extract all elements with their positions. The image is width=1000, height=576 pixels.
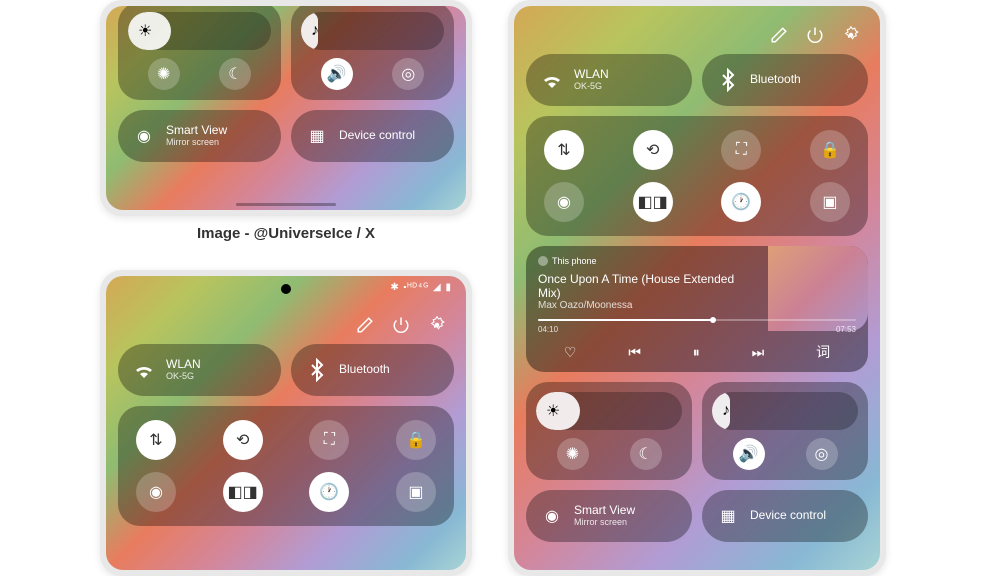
status-bar: ✱ ⬝ᴴᴰ⁴ᴳ ◢ ▮ [390,282,452,293]
music-source: This phone [538,256,735,266]
phone-frame-right: WLANOK-5G Bluetooth ⇅ ⟲ ⛶ 🔒 ◉ ◧◨ 🕐 ▣ Thi… [508,0,886,576]
note-icon: ♪ [722,402,730,420]
phone-frame-left-top: ☀ ✺ ☾ ♪ 🔊 ◎ ◉ Smart ViewMirror screen ▦ … [100,0,472,216]
image-credit: Image - @UniverseIce / X [100,225,472,242]
multiwin-icon[interactable]: ▣ [396,472,436,512]
settings-icon[interactable] [842,26,860,44]
cast-icon: ◉ [132,124,156,148]
bluetooth-icon [305,358,329,382]
data-swap-icon[interactable]: ⇅ [136,420,176,460]
music-title: Once Upon A Time (House Extended Mix) [538,272,735,300]
settings-icon[interactable] [428,316,446,334]
cast-icon: ◉ [540,504,564,528]
camera-notch [281,284,291,294]
lock-icon[interactable]: 🔒 [810,130,850,170]
wifi-icon [132,358,156,382]
smartview-pill[interactable]: ◉ Smart ViewMirror screen [526,490,692,542]
clock-icon[interactable]: 🕐 [309,472,349,512]
note-icon: ♪ [311,22,319,40]
smartview-pill[interactable]: ◉ Smart ViewMirror screen [118,110,281,162]
wlan-pill[interactable]: WLANOK-5G [526,54,692,106]
vibrate-icon[interactable]: ◎ [806,438,838,470]
heart-icon[interactable]: ♡ [564,344,577,361]
sync-icon[interactable]: ⟲ [223,420,263,460]
screen: ☀ ✺ ☾ ♪ 🔊 ◎ ◉ Smart ViewMirror screen ▦ … [106,6,466,210]
edit-icon[interactable] [356,316,374,334]
toggle-grid: ⇅ ⟲ ⛶ 🔒 ◉ ◧◨ 🕐 ▣ [526,116,868,236]
screen: WLANOK-5G Bluetooth ⇅ ⟲ ⛶ 🔒 ◉ ◧◨ 🕐 ▣ Thi… [514,6,880,570]
dolby-icon[interactable]: ◧◨ [223,472,263,512]
brightness-icon: ☀ [138,21,152,41]
screenshot-icon[interactable]: ⛶ [309,420,349,460]
home-indicator[interactable] [236,203,336,206]
prev-icon[interactable]: ⏮ [628,344,641,361]
devicecontrol-pill[interactable]: ▦ Device control [702,490,868,542]
multiwin-icon[interactable]: ▣ [810,182,850,222]
toggle-grid: ⇅ ⟲ ⛶ 🔒 ◉ ◧◨ 🕐 ▣ [118,406,454,526]
night-mode-icon[interactable]: ☾ [219,58,251,90]
brightness-icon: ☀ [546,401,560,421]
next-icon[interactable]: ⏭ [752,344,765,361]
edit-icon[interactable] [770,26,788,44]
auto-brightness-icon[interactable]: ✺ [557,438,589,470]
vibrate-icon[interactable]: ◎ [392,58,424,90]
phone-frame-left-bottom: ✱ ⬝ᴴᴰ⁴ᴳ ◢ ▮ WLANOK-5G Bluetooth ⇅ ⟲ ⛶ 🔒 … [100,270,472,576]
screen: ✱ ⬝ᴴᴰ⁴ᴳ ◢ ▮ WLANOK-5G Bluetooth ⇅ ⟲ ⛶ 🔒 … [106,276,466,570]
screenshot-icon[interactable]: ⛶ [721,130,761,170]
auto-brightness-icon[interactable]: ✺ [148,58,180,90]
data-swap-icon[interactable]: ⇅ [544,130,584,170]
dolby-icon[interactable]: ◧◨ [633,182,673,222]
volume-slider[interactable]: ♪ 🔊 ◎ [702,382,868,480]
lyric-icon[interactable]: 词 [816,342,830,362]
grid-icon: ▦ [305,124,329,148]
brightness-slider[interactable]: ☀ ✺ ☾ [118,6,281,100]
clock-icon[interactable]: 🕐 [721,182,761,222]
sound-icon[interactable]: 🔊 [321,58,353,90]
play-pause-icon[interactable]: ⏸ [693,344,700,361]
brightness-slider[interactable]: ☀ ✺ ☾ [526,382,692,480]
wlan-pill[interactable]: WLANOK-5G [118,344,281,396]
location-icon[interactable]: ◉ [136,472,176,512]
music-card[interactable]: This phone Once Upon A Time (House Exten… [526,246,868,372]
sound-icon[interactable]: 🔊 [733,438,765,470]
lock-icon[interactable]: 🔒 [396,420,436,460]
sync-icon[interactable]: ⟲ [633,130,673,170]
power-icon[interactable] [392,316,410,334]
bluetooth-pill[interactable]: Bluetooth [702,54,868,106]
wifi-icon [540,68,564,92]
power-icon[interactable] [806,26,824,44]
location-icon[interactable]: ◉ [544,182,584,222]
devicecontrol-pill[interactable]: ▦ Device control [291,110,454,162]
bluetooth-icon [716,68,740,92]
music-progress[interactable] [538,319,856,321]
music-artist: Max Oazo/Moonessa [538,300,735,311]
grid-icon: ▦ [716,504,740,528]
volume-slider[interactable]: ♪ 🔊 ◎ [291,6,454,100]
bluetooth-pill[interactable]: Bluetooth [291,344,454,396]
night-mode-icon[interactable]: ☾ [630,438,662,470]
